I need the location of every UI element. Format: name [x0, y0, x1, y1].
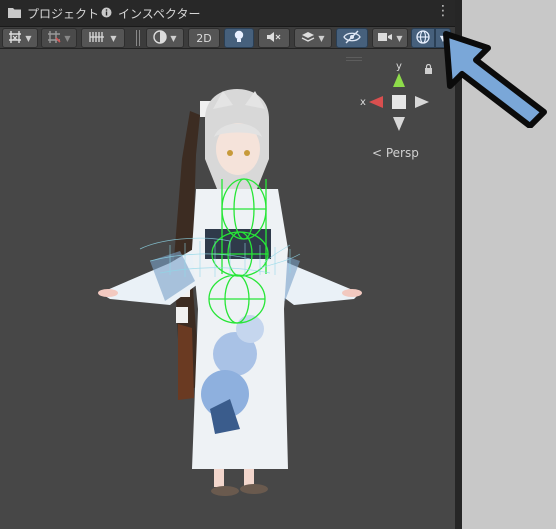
eye-slash-icon	[343, 30, 361, 47]
grid-dropdown[interactable]: ▼	[81, 28, 125, 48]
scene-view[interactable]: y x < Persp	[0, 49, 455, 529]
audio-mute-icon	[266, 30, 282, 47]
hidden-objects-toggle-button[interactable]	[336, 28, 368, 48]
marker-shape	[176, 307, 188, 323]
tab-project-label: プロジェクト	[27, 7, 100, 21]
grid-icon	[89, 30, 107, 47]
tab-inspector[interactable]: インスペクター	[101, 0, 200, 27]
sphere-shaded-icon	[153, 29, 168, 47]
eye-shape	[227, 150, 233, 156]
unity-editor-window: プロジェクト インスペクター ⋮ ▼ ▼ ▼ ▼ 2D ▼ ▼ ▼ y x < …	[0, 0, 455, 529]
chevron-down-icon: ▼	[170, 33, 177, 43]
folder-icon	[8, 7, 21, 21]
hand-shape	[98, 289, 118, 297]
effects-dropdown[interactable]: ▼	[294, 28, 332, 48]
chevron-down-icon: ▼	[318, 33, 325, 43]
eye-shape	[244, 150, 250, 156]
chevron-down-icon: ▼	[396, 33, 403, 43]
gizmo-y-cone[interactable]	[393, 73, 405, 87]
video-camera-icon	[377, 31, 393, 46]
projection-toggle[interactable]: < Persp	[372, 146, 419, 160]
info-icon	[101, 7, 112, 21]
tab-bar: プロジェクト インスペクター ⋮	[0, 0, 455, 27]
panel-menu-icon[interactable]: ⋮	[436, 4, 450, 18]
sandal-shape	[240, 484, 268, 494]
tab-inspector-label: インスペクター	[118, 7, 201, 21]
chevron-down-icon: ▼	[110, 33, 117, 43]
rifle-stock-shape	[178, 324, 194, 400]
hand-shape	[342, 289, 362, 297]
tab-project[interactable]: プロジェクト	[8, 0, 99, 27]
gizmo-center-cube[interactable]	[392, 95, 406, 109]
2d-toggle-label: 2D	[196, 31, 212, 45]
gizmo-x-label: x	[360, 97, 366, 108]
shading-mode-dropdown[interactable]: ▼	[146, 28, 184, 48]
gizmo-neg-x-cone[interactable]	[415, 96, 429, 108]
hand-grid-icon	[8, 30, 22, 47]
chevron-down-icon: ▼	[25, 33, 32, 43]
sandal-shape	[211, 486, 239, 496]
gizmo-neg-y-cone[interactable]	[393, 117, 405, 131]
toolbar-separator	[136, 30, 137, 46]
camera-dropdown[interactable]: ▼	[372, 28, 408, 48]
flower-pattern-shape	[236, 315, 264, 343]
lighting-toggle-button[interactable]	[224, 28, 254, 48]
layers-icon	[301, 30, 315, 47]
gizmo-y-label: y	[396, 61, 402, 72]
chevron-down-icon: ▼	[64, 33, 71, 43]
2d-toggle-button[interactable]: 2D	[188, 28, 220, 48]
snap-dropdown[interactable]: ▼	[41, 28, 77, 48]
toolbar-separator	[139, 30, 140, 46]
scene-toolbar: ▼ ▼ ▼ ▼ 2D ▼ ▼ ▼	[0, 27, 455, 49]
leg-shape	[214, 469, 224, 487]
audio-toggle-button[interactable]	[258, 28, 290, 48]
arrow-annotation-icon	[443, 31, 547, 128]
gizmo-x-cone[interactable]	[369, 96, 383, 108]
snap-icon	[47, 30, 61, 47]
lightbulb-icon	[233, 30, 245, 47]
orientation-gizmo[interactable]: y x	[352, 61, 432, 151]
draw-mode-dropdown[interactable]: ▼	[2, 28, 38, 48]
